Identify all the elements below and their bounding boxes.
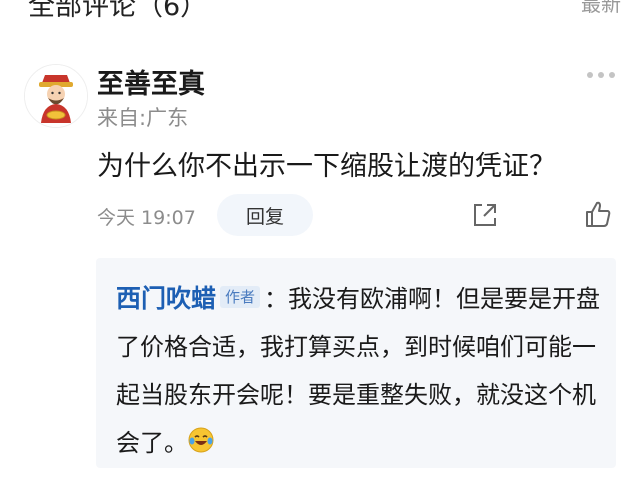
author-reply-box: 西门吹蜡 作者 ：我没有欧浦啊！但是要是开盘了价格合适，我打算买点，到时候咱们可能一… bbox=[96, 258, 616, 468]
laughing-tears-emoji-icon bbox=[188, 427, 214, 453]
avatar[interactable] bbox=[24, 64, 88, 128]
comment-content: 为什么你不出示一下缩股让渡的凭证？ bbox=[97, 151, 556, 182]
sort-latest-button[interactable]: 最新 bbox=[581, 0, 621, 17]
comment-item: 至善至真 来自:广东 为什么你不出示一下缩股让渡的凭证？ 今天 19:07 回复… bbox=[0, 48, 643, 500]
reply-author-name[interactable]: 西门吹蜡 bbox=[116, 284, 216, 313]
thumbs-up-icon[interactable] bbox=[583, 199, 613, 229]
author-reply: 西门吹蜡 作者 ：我没有欧浦啊！但是要是开盘了价格合适，我打算买点，到时候咱们可能一… bbox=[116, 275, 606, 467]
reply-button[interactable]: 回复 bbox=[217, 194, 313, 236]
share-icon[interactable] bbox=[470, 200, 500, 230]
fortune-god-avatar-icon bbox=[25, 65, 87, 127]
comment-timestamp: 今天 19:07 bbox=[97, 207, 196, 229]
comment-location: 来自:广东 bbox=[97, 106, 189, 130]
comments-header: 全部评论（6） 最新 bbox=[0, 0, 643, 22]
more-dots-icon[interactable] bbox=[586, 68, 616, 82]
comments-title: 全部评论（6） bbox=[28, 0, 208, 22]
author-badge: 作者 bbox=[220, 286, 261, 308]
comment-username[interactable]: 至善至真 bbox=[97, 62, 205, 101]
